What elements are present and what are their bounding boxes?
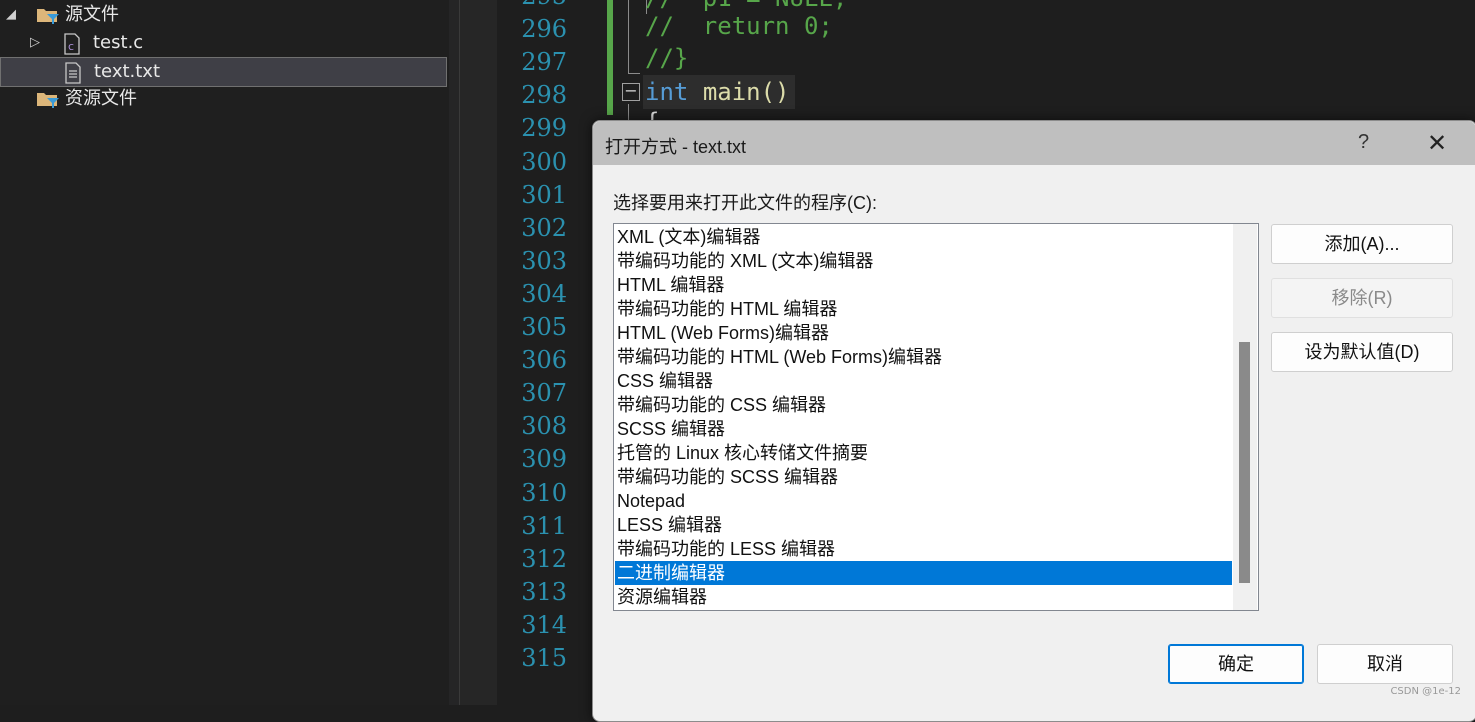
line-number: 315 <box>521 644 567 672</box>
tree-item-test-c[interactable]: ▷ c test.c <box>0 29 447 57</box>
line-number: 308 <box>521 412 567 441</box>
line-number: 295 <box>497 0 567 10</box>
line-number: 306 <box>521 346 567 375</box>
program-option[interactable]: 带编码功能的 HTML (Web Forms)编辑器 <box>615 345 1232 369</box>
program-option[interactable]: CSS 编辑器 <box>615 369 1232 393</box>
keyword-int: int <box>645 78 689 106</box>
dialog-titlebar[interactable]: 打开方式 - text.txt ? ✕ <box>593 121 1475 165</box>
filter-folder-icon <box>37 9 59 24</box>
filter-folder-icon <box>37 93 59 108</box>
code-line: //} <box>645 44 689 72</box>
line-number: 301 <box>521 180 567 209</box>
tree-item-label: 源文件 <box>65 4 119 25</box>
outline-guide <box>628 104 629 120</box>
function-main: main() <box>702 78 790 106</box>
program-option[interactable]: 资源编辑器 <box>615 585 1232 609</box>
line-number: 298 <box>521 81 567 110</box>
program-option[interactable]: 托管的 Linux 核心转储文件摘要 <box>615 441 1232 465</box>
code-line-main: int main() <box>645 78 790 106</box>
tree-item-label: 资源文件 <box>65 88 137 109</box>
help-button[interactable]: ? <box>1358 131 1369 154</box>
tree-item-source-files[interactable]: ◢ 源文件 <box>0 1 447 29</box>
line-number: 299 <box>521 114 567 143</box>
line-number: 310 <box>521 478 567 507</box>
line-number: 307 <box>521 379 567 408</box>
line-number: 313 <box>521 577 567 606</box>
tree-item-text-txt[interactable]: text.txt <box>0 57 447 87</box>
outline-guide <box>628 0 629 74</box>
program-option[interactable]: Notepad <box>615 489 1232 513</box>
pane-splitter[interactable] <box>449 0 459 705</box>
line-number: 296 <box>521 15 567 44</box>
outline-guide <box>628 73 640 74</box>
code-line: // p1 = NULL; <box>645 0 847 12</box>
program-option[interactable]: 带编码功能的 LESS 编辑器 <box>615 537 1232 561</box>
listbox-scrollbar[interactable] <box>1233 224 1257 610</box>
code-line: // return 0; <box>645 12 833 40</box>
collapsed-arrow-icon[interactable]: ▷ <box>30 29 40 57</box>
line-number: 305 <box>521 313 567 341</box>
program-option[interactable]: 带编码功能的 CSS 编辑器 <box>615 393 1232 417</box>
add-button[interactable]: 添加(A)... <box>1271 224 1453 264</box>
program-option[interactable]: XML (文本)编辑器 <box>615 225 1232 249</box>
program-option[interactable]: HTML 编辑器 <box>615 273 1232 297</box>
program-list-label: 选择要用来打开此文件的程序(C): <box>613 193 877 213</box>
program-option[interactable]: HTML (Web Forms)编辑器 <box>615 321 1232 345</box>
tree-item-label: test.c <box>93 32 144 53</box>
line-number: 312 <box>521 544 567 573</box>
program-listbox[interactable]: XML (文本)编辑器 带编码功能的 XML (文本)编辑器 HTML 编辑器 带编码… <box>613 223 1259 611</box>
program-option[interactable]: 二进制编辑器 <box>615 561 1232 585</box>
program-option[interactable]: 带编码功能的 HTML 编辑器 <box>615 297 1232 321</box>
collapse-icon[interactable]: − <box>622 83 640 101</box>
ok-button[interactable]: 确定 <box>1168 644 1304 684</box>
line-number: 297 <box>521 48 567 77</box>
expanded-arrow-icon[interactable]: ◢ <box>6 1 16 29</box>
cancel-button[interactable]: 取消 <box>1317 644 1453 684</box>
tree-item-resource-files[interactable]: 资源文件 <box>0 85 447 113</box>
svg-text:c: c <box>68 40 74 53</box>
line-number: 304 <box>521 279 567 308</box>
text-file-icon <box>65 62 81 84</box>
set-default-button[interactable]: 设为默认值(D) <box>1271 332 1453 372</box>
solution-explorer: ◢ 源文件 ▷ c test.c text.txt 资源文件 <box>0 0 450 705</box>
line-number: 314 <box>521 610 567 639</box>
program-option[interactable]: 带编码功能的 SCSS 编辑器 <box>615 465 1232 489</box>
line-number: 300 <box>521 147 567 176</box>
line-number: 302 <box>521 213 567 242</box>
program-option[interactable]: LESS 编辑器 <box>615 513 1232 537</box>
tree-item-label: text.txt <box>94 61 161 82</box>
open-with-dialog: 打开方式 - text.txt ? ✕ 选择要用来打开此文件的程序(C): XM… <box>592 120 1475 722</box>
scrollbar-thumb[interactable] <box>1239 342 1250 583</box>
dialog-title: 打开方式 - text.txt <box>605 137 747 157</box>
program-option[interactable]: SCSS 编辑器 <box>615 417 1232 441</box>
editor-margin <box>459 0 498 705</box>
line-number: 309 <box>521 445 567 474</box>
program-option[interactable]: 带编码功能的 XML (文本)编辑器 <box>615 249 1232 273</box>
remove-button[interactable]: 移除(R) <box>1271 278 1453 318</box>
close-button[interactable]: ✕ <box>1427 129 1447 158</box>
c-file-icon: c <box>64 33 80 55</box>
change-tracking-bar <box>607 0 613 115</box>
watermark: CSDN @1e-12 <box>1390 686 1461 697</box>
line-number: 311 <box>521 511 567 540</box>
line-number: 303 <box>521 246 567 275</box>
